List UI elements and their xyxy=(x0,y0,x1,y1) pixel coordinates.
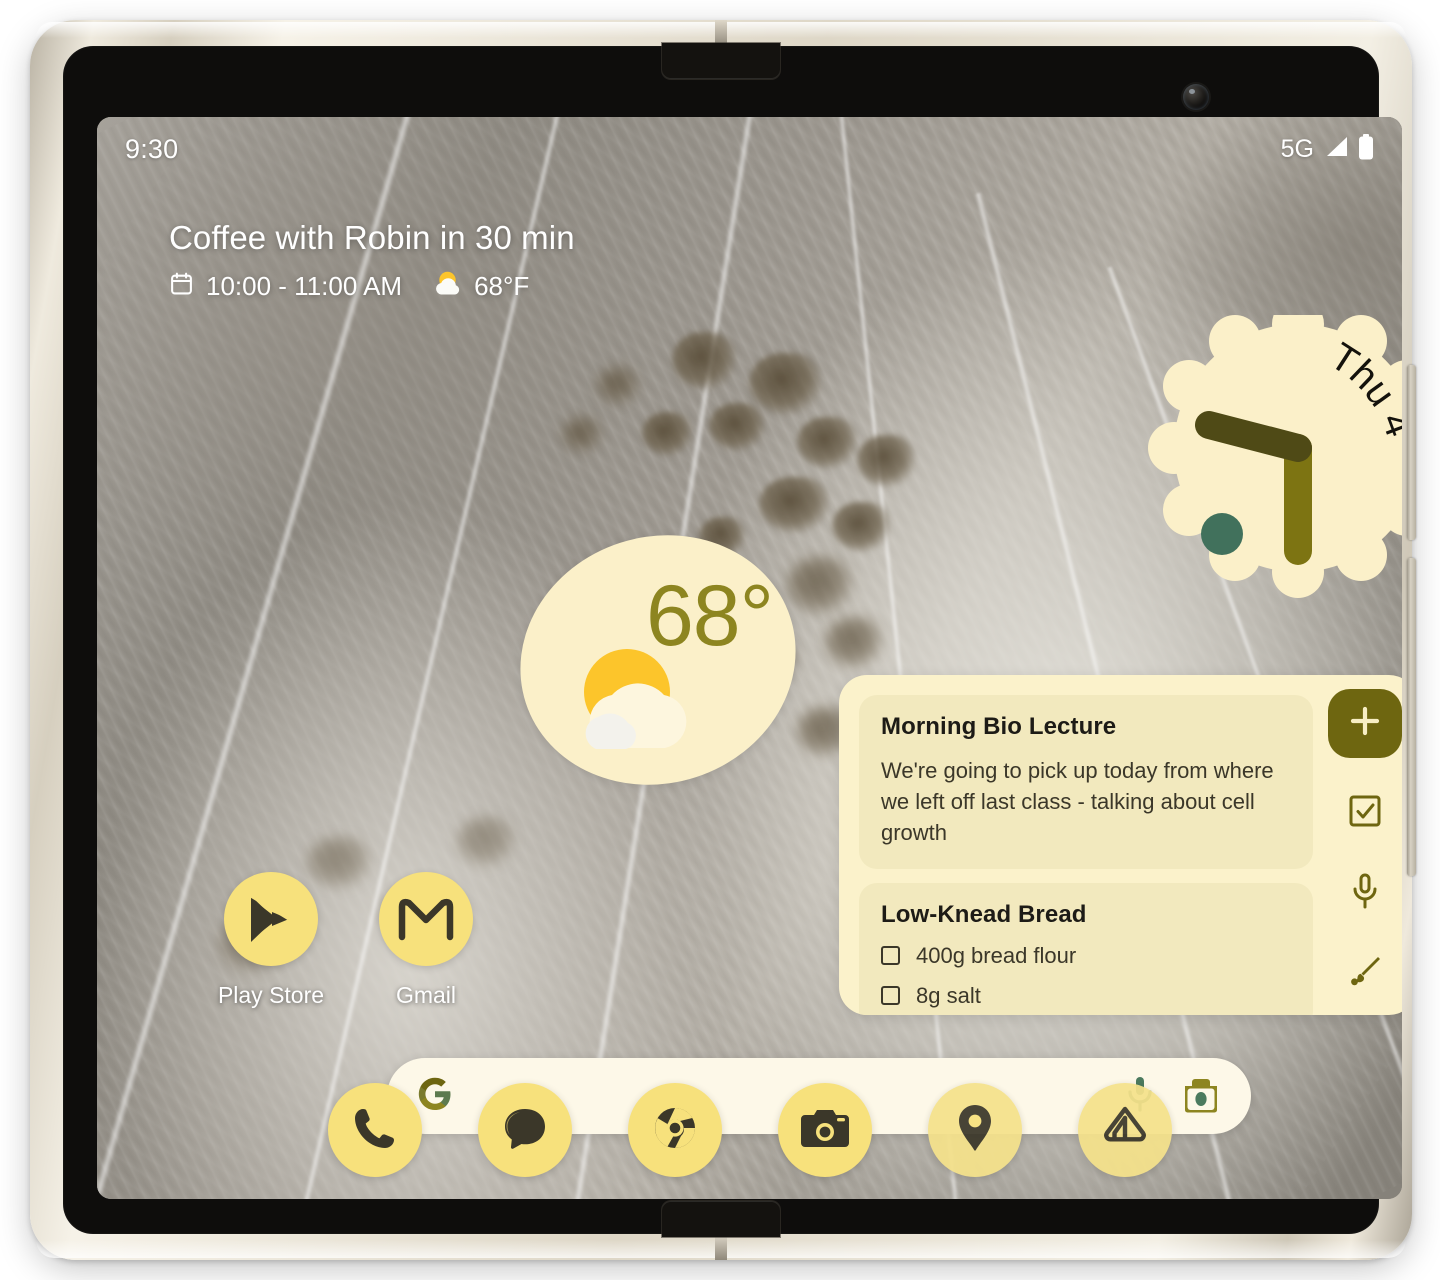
status-bar: 9:30 5G xyxy=(97,117,1402,181)
phone-icon xyxy=(350,1103,400,1158)
note-checklist-label: 8g salt xyxy=(916,982,981,1008)
keep-notes-widget[interactable]: Morning Bio Lecture We're going to pick … xyxy=(839,675,1402,1015)
power-button[interactable] xyxy=(1407,365,1416,540)
hinge-notch-top xyxy=(662,43,780,79)
status-clock: 9:30 xyxy=(125,133,179,164)
microphone-icon xyxy=(1350,873,1380,914)
messages-icon xyxy=(500,1103,550,1158)
note-card[interactable]: Morning Bio Lecture We're going to pick … xyxy=(859,695,1313,869)
hinge-notch-bottom xyxy=(662,1201,780,1237)
maps-pin-icon xyxy=(956,1103,994,1158)
at-a-glance-widget[interactable]: Coffee with Robin in 30 min 10:00 - 11:0… xyxy=(169,219,575,304)
keep-action-rail xyxy=(1313,675,1402,1015)
dock-item-chrome[interactable] xyxy=(627,1083,722,1177)
dock-item-messages[interactable] xyxy=(477,1083,572,1177)
note-body: We're going to pick up today from where … xyxy=(881,758,1274,846)
gmail-icon xyxy=(379,872,473,966)
device-screen: 9:30 5G Coffee with Robin in 30 min 10:0… xyxy=(97,117,1402,1199)
keep-notes-list: Morning Bio Lecture We're going to pick … xyxy=(839,675,1313,1015)
partly-sunny-icon xyxy=(432,269,462,304)
screenshot-root: 9:30 5G Coffee with Robin in 30 min 10:0… xyxy=(0,0,1440,1280)
add-note-button[interactable] xyxy=(1328,689,1402,759)
at-a-glance-time: 10:00 - 11:00 AM xyxy=(206,271,403,301)
dock-item-maps[interactable] xyxy=(927,1083,1022,1177)
app-label: Play Store xyxy=(217,982,325,1008)
camera-icon xyxy=(800,1105,850,1156)
signal-bars-icon xyxy=(1323,135,1349,164)
note-card[interactable]: Low-Knead Bread 400g bread flour 8g salt xyxy=(859,882,1313,1015)
note-checklist: 400g bread flour 8g salt xyxy=(881,943,1291,1009)
calendar-icon xyxy=(169,271,194,303)
checkbox-unchecked-icon[interactable] xyxy=(881,986,900,1006)
device-frame: 9:30 5G Coffee with Robin in 30 min 10:0… xyxy=(30,20,1416,1260)
app-gmail[interactable]: Gmail xyxy=(362,872,490,1009)
app-play-store[interactable]: Play Store xyxy=(207,872,335,1009)
app-label: Gmail xyxy=(395,982,457,1008)
note-title: Low-Knead Bread xyxy=(881,900,1087,928)
dock-item-camera[interactable] xyxy=(777,1083,872,1177)
dock xyxy=(97,1083,1402,1177)
at-a-glance-temperature: 68°F xyxy=(474,271,530,301)
battery-full-icon xyxy=(1358,133,1374,165)
brush-icon xyxy=(1348,954,1382,993)
voice-note-button[interactable] xyxy=(1328,865,1402,923)
at-a-glance-details: 10:00 - 11:00 AM 68°F xyxy=(169,269,575,304)
clock-accent-dot xyxy=(1201,513,1243,555)
chrome-icon xyxy=(650,1103,700,1158)
volume-rocker-button[interactable] xyxy=(1407,558,1416,876)
at-a-glance-title: Coffee with Robin in 30 min xyxy=(169,219,575,256)
dock-item-phone[interactable] xyxy=(327,1083,422,1177)
checkbox-unchecked-icon[interactable] xyxy=(881,946,900,966)
new-list-button[interactable] xyxy=(1328,784,1402,842)
drawing-note-button[interactable] xyxy=(1328,945,1402,1003)
front-camera-icon xyxy=(1183,84,1209,110)
status-network-type: 5G xyxy=(1280,134,1314,163)
checkbox-icon xyxy=(1348,794,1382,833)
note-checklist-item[interactable]: 8g salt xyxy=(881,983,1291,1009)
hinge-gap-bottom xyxy=(715,1234,727,1260)
google-home-icon xyxy=(1102,1105,1148,1156)
note-checklist-label: 400g bread flour xyxy=(916,942,1077,968)
play-store-icon xyxy=(224,872,318,966)
plus-icon xyxy=(1347,703,1383,744)
dock-item-home[interactable] xyxy=(1077,1083,1172,1177)
note-title: Morning Bio Lecture xyxy=(881,713,1117,740)
note-checklist-item[interactable]: 400g bread flour xyxy=(881,943,1291,969)
weather-widget[interactable]: 68° xyxy=(487,499,829,821)
sun-behind-cloud-icon xyxy=(571,649,693,757)
clock-widget[interactable]: Thu 4 xyxy=(1135,315,1402,603)
